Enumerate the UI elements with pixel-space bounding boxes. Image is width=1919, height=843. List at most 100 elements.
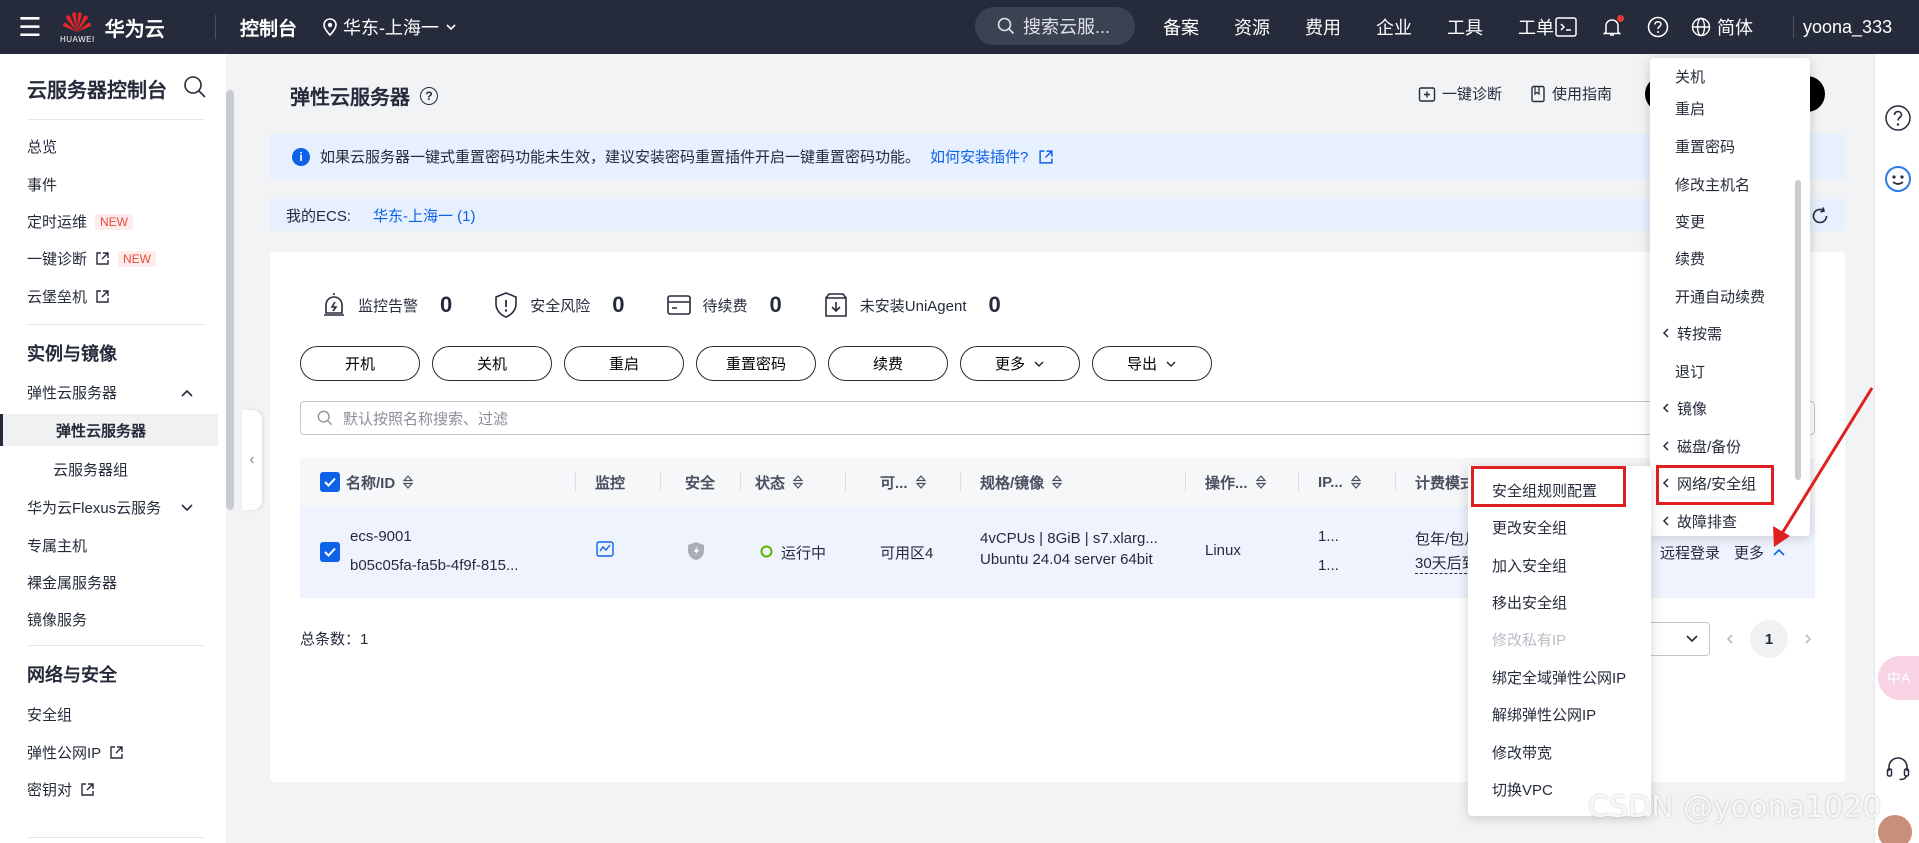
chevron-down-icon: [446, 24, 456, 31]
sidebar-scrollbar[interactable]: [226, 90, 234, 510]
diagnose-link[interactable]: 一键诊断: [1418, 83, 1502, 104]
menu-icon[interactable]: ☰: [0, 0, 60, 54]
column-status[interactable]: 状态: [755, 458, 805, 506]
export-button[interactable]: 导出: [1092, 346, 1212, 381]
sidebar-item-overview[interactable]: 总览: [27, 136, 57, 157]
column-os[interactable]: 操作...: [1205, 458, 1268, 506]
menu-item-change[interactable]: 变更: [1650, 203, 1810, 239]
menu-item-stop[interactable]: 关机: [1650, 58, 1810, 94]
nav-billing[interactable]: 费用: [1305, 14, 1341, 40]
submenu-item-modify-bandwidth[interactable]: 修改带宽: [1468, 734, 1651, 770]
sort-icon[interactable]: [1254, 475, 1268, 489]
start-button[interactable]: 开机: [300, 346, 420, 381]
language-selector[interactable]: 简体: [1691, 14, 1753, 40]
bell-icon[interactable]: [1599, 14, 1625, 40]
sort-icon[interactable]: [1349, 475, 1363, 489]
next-page-icon[interactable]: [1802, 633, 1814, 645]
submenu-item-join-sg[interactable]: 加入安全组: [1468, 547, 1651, 583]
prev-page-icon[interactable]: [1724, 633, 1736, 645]
renew-button[interactable]: 续费: [828, 346, 948, 381]
guide-link[interactable]: 使用指南: [1530, 83, 1612, 104]
sidebar-item-keypair[interactable]: 密钥对: [27, 779, 95, 800]
current-page[interactable]: 1: [1750, 620, 1788, 658]
menu-item-auto-renew[interactable]: 开通自动续费: [1650, 278, 1810, 314]
help-icon[interactable]: [1884, 104, 1912, 132]
sidebar-item-eip[interactable]: 弹性公网IP: [27, 742, 124, 763]
sidebar-item-dedicated-host[interactable]: 专属主机: [27, 535, 87, 556]
headset-icon[interactable]: [1884, 754, 1912, 782]
instance-name-link[interactable]: ecs-9001: [350, 528, 412, 545]
sort-icon[interactable]: [791, 475, 805, 489]
filter-search-input[interactable]: 默认按照名称搜索、过滤: [300, 401, 1815, 435]
ip-address-1[interactable]: 1...: [1318, 528, 1339, 545]
sidebar-item-ecs-group[interactable]: 云服务器组: [53, 459, 128, 480]
install-plugin-link[interactable]: 如何安装插件?: [930, 146, 1028, 167]
sidebar-item-bms[interactable]: 裸金属服务器: [27, 572, 117, 593]
avatar[interactable]: [1878, 815, 1912, 843]
brand-logo[interactable]: HUAWEI 华为云: [60, 10, 210, 44]
sidebar-item-ecs[interactable]: 弹性云服务器: [0, 414, 218, 446]
column-spec[interactable]: 规格/镜像: [980, 458, 1064, 506]
refresh-icon[interactable]: [1810, 206, 1830, 226]
menu-item-reset-password[interactable]: 重置密码: [1650, 128, 1810, 164]
collapse-sidebar-button[interactable]: ‹: [242, 410, 262, 510]
translate-icon[interactable]: 中A: [1878, 656, 1919, 700]
highlight-box-sg-rules: [1471, 466, 1626, 507]
menu-item-restart[interactable]: 重启: [1650, 90, 1810, 126]
monitor-chart-icon[interactable]: [596, 541, 614, 557]
stat-alarms[interactable]: 监控告警 0: [320, 291, 452, 319]
search-icon[interactable]: [182, 74, 208, 100]
external-link-icon[interactable]: [1038, 149, 1054, 165]
restart-button[interactable]: 重启: [564, 346, 684, 381]
stop-button[interactable]: 关机: [432, 346, 552, 381]
row-checkbox[interactable]: [320, 542, 340, 562]
sidebar-item-events[interactable]: 事件: [27, 174, 57, 195]
nav-resources[interactable]: 资源: [1234, 14, 1270, 40]
select-all-checkbox[interactable]: [320, 472, 340, 492]
menu-item-rename-host[interactable]: 修改主机名: [1650, 166, 1810, 202]
terminal-icon[interactable]: [1553, 14, 1579, 40]
chevron-down-icon[interactable]: [180, 501, 194, 515]
submenu-item-change-sg[interactable]: 更改安全组: [1468, 509, 1651, 545]
sort-icon[interactable]: [1050, 475, 1064, 489]
console-link[interactable]: 控制台: [240, 14, 297, 41]
menu-item-label: 重置密码: [1675, 138, 1736, 156]
nav-enterprise[interactable]: 企业: [1376, 14, 1412, 40]
sidebar-item-diagnose[interactable]: 一键诊断 NEW: [27, 248, 157, 269]
chevron-up-icon[interactable]: [180, 386, 194, 400]
stat-uniagent[interactable]: 未安装UniAgent 0: [822, 291, 1001, 319]
global-search[interactable]: 搜索云服...: [975, 7, 1135, 45]
nav-tools[interactable]: 工具: [1447, 14, 1483, 40]
menu-item-to-on-demand[interactable]: 转按需: [1650, 315, 1810, 351]
column-label: 操作...: [1205, 474, 1248, 492]
menu-item-renew[interactable]: 续费: [1650, 240, 1810, 276]
sort-icon[interactable]: [914, 475, 928, 489]
column-name-id[interactable]: 名称/ID: [320, 458, 415, 506]
my-ecs-region-link[interactable]: 华东-上海一 (1): [373, 205, 476, 226]
sidebar-item-ims[interactable]: 镜像服务: [27, 609, 87, 630]
nav-tickets[interactable]: 工单: [1518, 14, 1554, 40]
assistant-smiley-icon[interactable]: [1884, 165, 1912, 193]
remote-login-link[interactable]: 远程登录: [1660, 542, 1720, 563]
user-account[interactable]: yoona_333: [1803, 0, 1892, 54]
help-icon[interactable]: ?: [420, 86, 438, 105]
stat-security[interactable]: 安全风险 0: [492, 291, 625, 319]
submenu-item-bind-eip[interactable]: 绑定全域弹性公网IP: [1468, 659, 1651, 695]
sidebar-item-scheduled-ops[interactable]: 定时运维 NEW: [27, 211, 134, 232]
stat-renewal[interactable]: 待续费 0: [665, 291, 782, 319]
more-actions-button[interactable]: 更多: [960, 346, 1080, 381]
sidebar-item-ecs-parent[interactable]: 弹性云服务器: [27, 382, 117, 403]
submenu-item-unbind-eip[interactable]: 解绑弹性公网IP: [1468, 696, 1651, 732]
reset-password-button[interactable]: 重置密码: [696, 346, 816, 381]
sidebar-item-flexus[interactable]: 华为云Flexus云服务: [27, 497, 161, 518]
submenu-item-leave-sg[interactable]: 移出安全组: [1468, 584, 1651, 620]
sidebar-item-bastion[interactable]: 云堡垒机: [27, 286, 110, 307]
security-shield-icon[interactable]: [687, 541, 705, 561]
column-ip[interactable]: IP...: [1318, 458, 1363, 506]
sidebar-item-security-group[interactable]: 安全组: [27, 704, 72, 725]
column-az[interactable]: 可...: [880, 458, 928, 506]
help-icon[interactable]: [1645, 14, 1671, 40]
region-selector[interactable]: 华东-上海一: [323, 14, 457, 40]
sort-icon[interactable]: [401, 475, 415, 489]
nav-filing[interactable]: 备案: [1163, 14, 1199, 40]
